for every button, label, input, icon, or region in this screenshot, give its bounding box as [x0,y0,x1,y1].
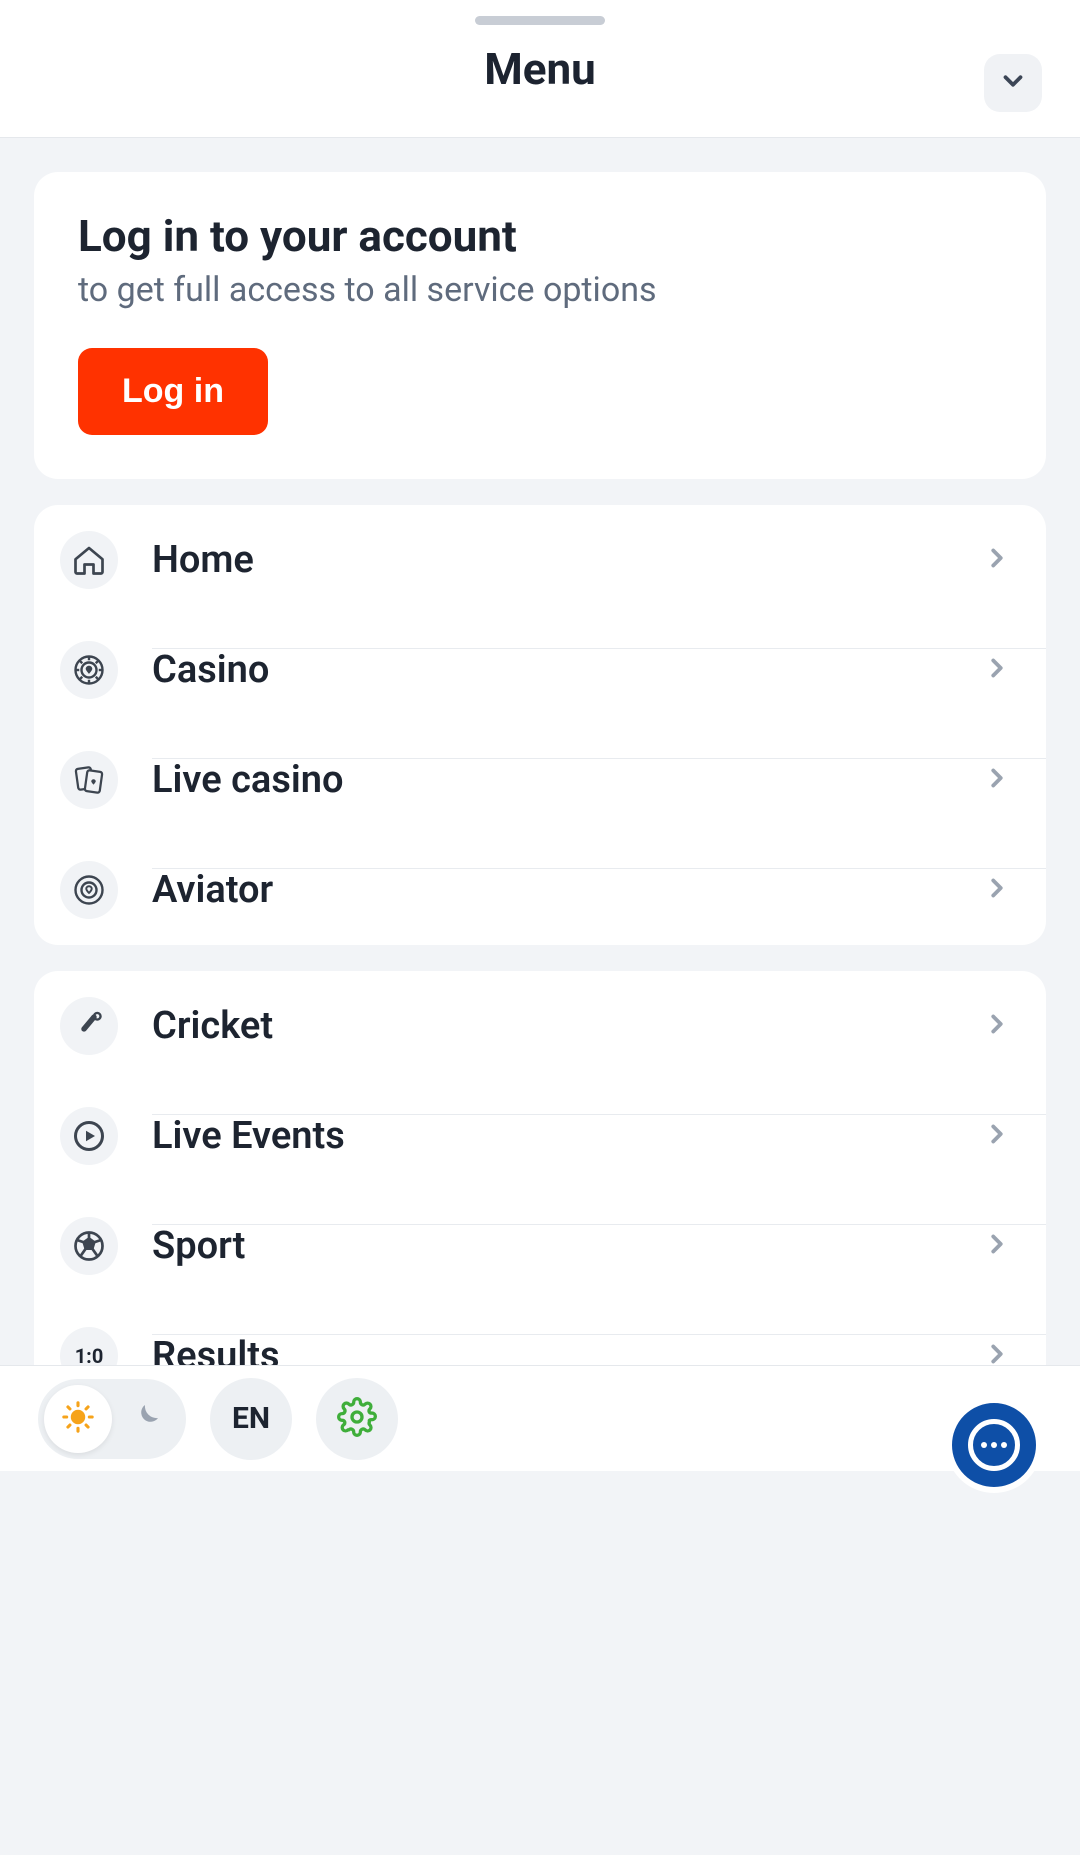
menu-item-label: Cricket [152,1004,982,1048]
chevron-right-icon [982,873,1012,907]
chevron-right-icon [982,1009,1012,1043]
settings-button[interactable] [316,1378,398,1460]
menu-item-label: Casino [152,648,982,692]
menu-section-main: Home Casino Live casino [34,505,1046,945]
menu-item-aviator[interactable]: Aviator [34,835,1046,945]
menu-title: Menu [484,43,596,95]
login-card: Log in to your account to get full acces… [34,172,1046,479]
chat-icon [968,1419,1020,1471]
chat-support-button[interactable] [946,1397,1042,1493]
chevron-right-icon [982,653,1012,687]
home-icon [60,531,118,589]
login-title: Log in to your account [78,210,1002,262]
menu-header: Menu [0,0,1080,138]
menu-item-home[interactable]: Home [34,505,1046,615]
menu-item-label: Aviator [152,868,982,912]
menu-item-label: Live Events [152,1114,982,1158]
cricket-icon [60,997,118,1055]
chevron-right-icon [982,543,1012,577]
casino-chip-icon [60,641,118,699]
sun-icon [61,1400,95,1438]
light-mode-button[interactable] [44,1385,112,1453]
menu-item-label: Home [152,538,982,582]
aviator-chip-icon [60,861,118,919]
menu-item-sport[interactable]: Sport [34,1191,1046,1301]
chevron-right-icon [982,1229,1012,1263]
chevron-down-icon [998,66,1028,100]
menu-item-label: Live casino [152,758,982,802]
menu-item-live-events[interactable]: Live Events [34,1081,1046,1191]
menu-item-casino[interactable]: Casino [34,615,1046,725]
playing-cards-icon [60,751,118,809]
play-circle-icon [60,1107,118,1165]
menu-section-sports: Cricket Live Events Sport [34,971,1046,1411]
login-button[interactable]: Log in [78,348,268,435]
chevron-right-icon [982,1119,1012,1153]
gear-icon [337,1397,377,1441]
moon-icon [130,1401,162,1437]
menu-item-label: Sport [152,1224,982,1268]
soccer-ball-icon [60,1217,118,1275]
theme-toggle[interactable] [38,1379,186,1459]
drag-handle[interactable] [475,16,605,25]
chevron-right-icon [982,763,1012,797]
menu-item-cricket[interactable]: Cricket [34,971,1046,1081]
dark-mode-button[interactable] [112,1385,180,1453]
language-button[interactable]: EN [210,1378,292,1460]
menu-item-live-casino[interactable]: Live casino [34,725,1046,835]
bottom-toolbar: EN [0,1365,1080,1471]
login-subtitle: to get full access to all service option… [78,270,1002,310]
close-button[interactable] [984,54,1042,112]
